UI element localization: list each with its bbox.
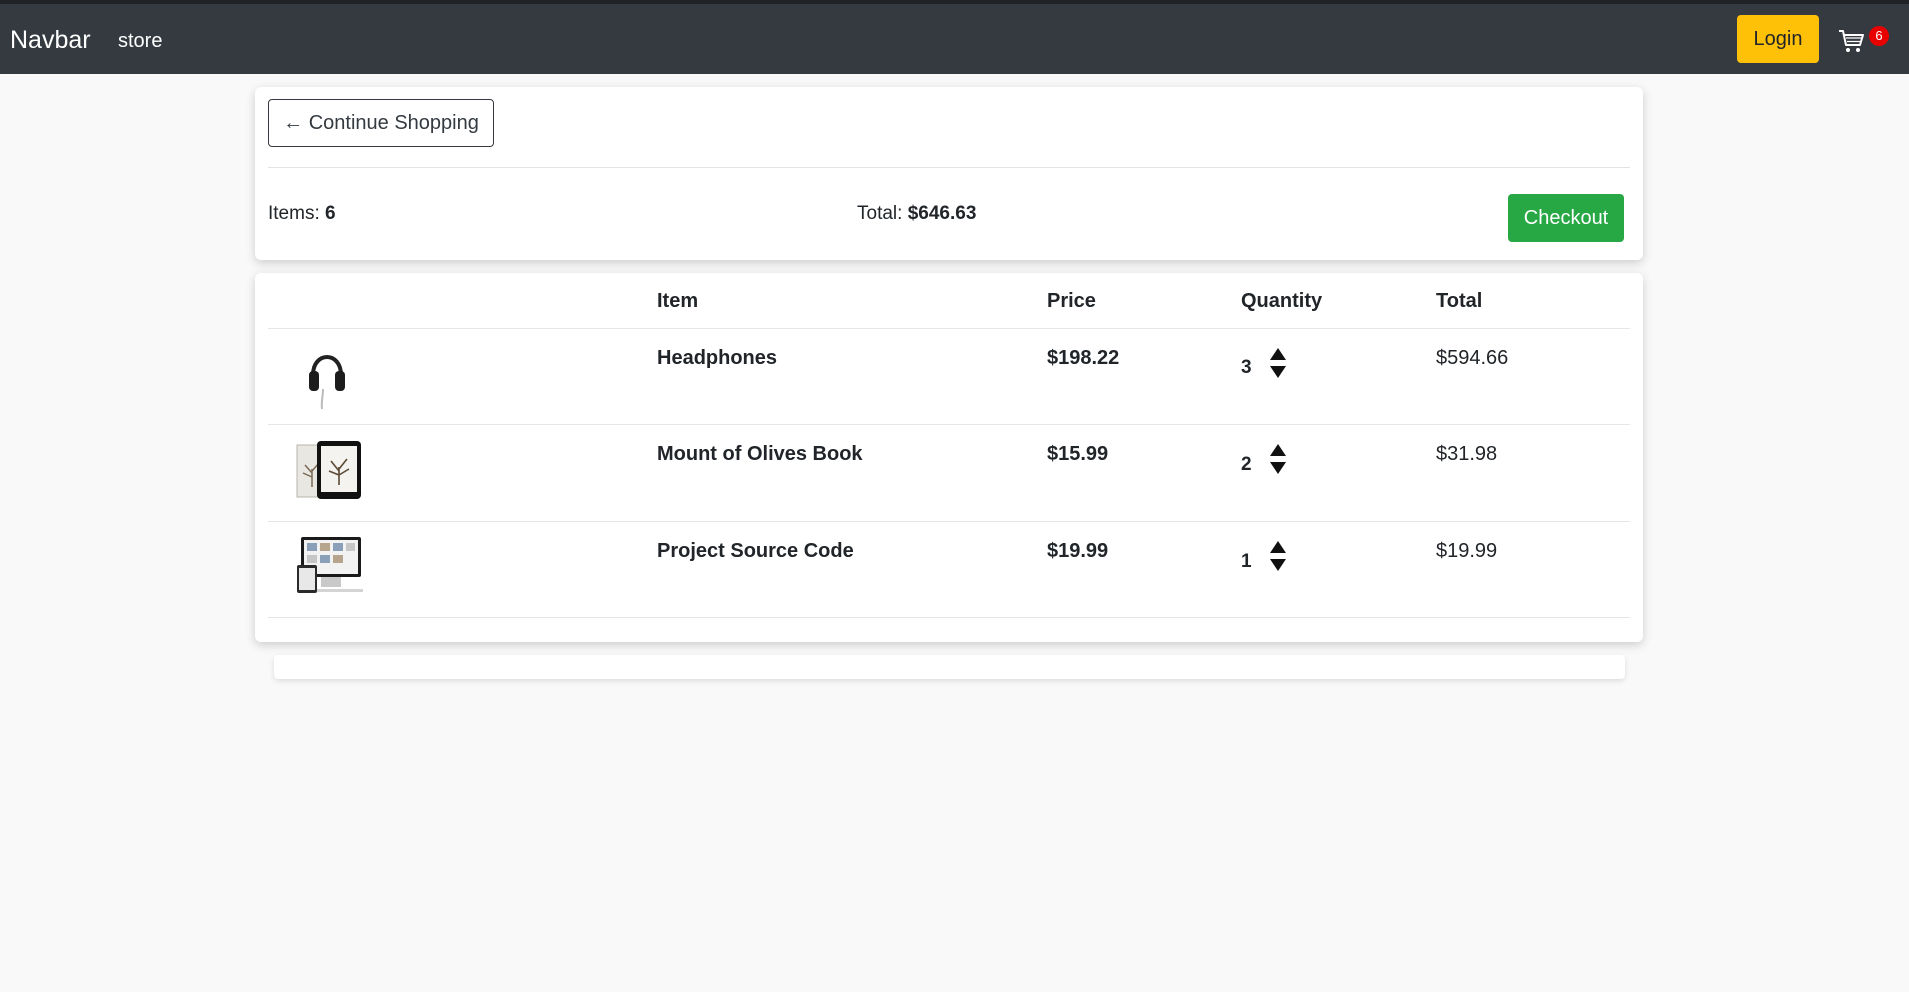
items-value: 6 bbox=[325, 203, 336, 224]
increase-quantity-icon[interactable] bbox=[1270, 348, 1286, 360]
items-label: Items: bbox=[268, 203, 320, 224]
item-quantity: 2 bbox=[1241, 454, 1252, 475]
nav-link-store[interactable]: store bbox=[118, 30, 162, 53]
row-divider bbox=[268, 424, 1630, 425]
item-name: Headphones bbox=[657, 347, 778, 369]
summary-divider bbox=[268, 167, 1630, 168]
row-divider bbox=[268, 521, 1630, 522]
quantity-stepper[interactable] bbox=[1269, 347, 1287, 379]
item-total: $31.98 bbox=[1436, 443, 1498, 465]
book-tablet-icon bbox=[296, 441, 361, 499]
column-header-total: Total bbox=[1436, 290, 1483, 312]
navbar-brand[interactable]: Navbar bbox=[10, 26, 91, 55]
item-price: $198.22 bbox=[1047, 347, 1120, 369]
quantity-stepper[interactable] bbox=[1269, 540, 1287, 572]
item-quantity: 1 bbox=[1241, 551, 1252, 572]
column-header-price: Price bbox=[1047, 290, 1096, 312]
decrease-quantity-icon[interactable] bbox=[1270, 559, 1286, 571]
column-header-item: Item bbox=[657, 290, 699, 312]
column-header-quantity: Quantity bbox=[1241, 290, 1323, 312]
cart-button[interactable]: 6 bbox=[1838, 26, 1894, 56]
cart-summary-card: ← Continue Shopping Items: 6 Total: $646… bbox=[255, 87, 1643, 260]
header-divider bbox=[268, 328, 1630, 329]
footer-card bbox=[274, 655, 1625, 679]
increase-quantity-icon[interactable] bbox=[1270, 541, 1286, 553]
total-value: $646.63 bbox=[907, 203, 977, 224]
decrease-quantity-icon[interactable] bbox=[1270, 366, 1286, 378]
source-code-screens-icon bbox=[297, 537, 363, 593]
cart-total: Total: $646.63 bbox=[857, 203, 976, 225]
item-name: Mount of Olives Book bbox=[657, 443, 863, 465]
row-divider bbox=[268, 617, 1630, 618]
login-button[interactable]: Login bbox=[1737, 15, 1819, 63]
shopping-cart-icon bbox=[1839, 30, 1864, 52]
item-total: $19.99 bbox=[1436, 540, 1498, 562]
items-count: Items: 6 bbox=[268, 203, 336, 225]
item-price: $19.99 bbox=[1047, 540, 1109, 562]
cart-items-table: Item Price Quantity Total Headphones $19… bbox=[255, 273, 1643, 642]
headphones-icon bbox=[309, 355, 345, 410]
total-label: Total: bbox=[857, 203, 903, 224]
item-price: $15.99 bbox=[1047, 443, 1109, 465]
item-total: $594.66 bbox=[1436, 347, 1509, 369]
decrease-quantity-icon[interactable] bbox=[1270, 462, 1286, 474]
cart-count-badge: 6 bbox=[1869, 26, 1889, 46]
continue-shopping-button[interactable]: ← Continue Shopping bbox=[268, 99, 494, 147]
quantity-stepper[interactable] bbox=[1269, 443, 1287, 475]
navbar: Navbar store Login 6 bbox=[0, 4, 1909, 74]
checkout-button[interactable]: Checkout bbox=[1508, 194, 1624, 242]
item-quantity: 3 bbox=[1241, 357, 1252, 378]
item-name: Project Source Code bbox=[657, 540, 854, 562]
increase-quantity-icon[interactable] bbox=[1270, 444, 1286, 456]
